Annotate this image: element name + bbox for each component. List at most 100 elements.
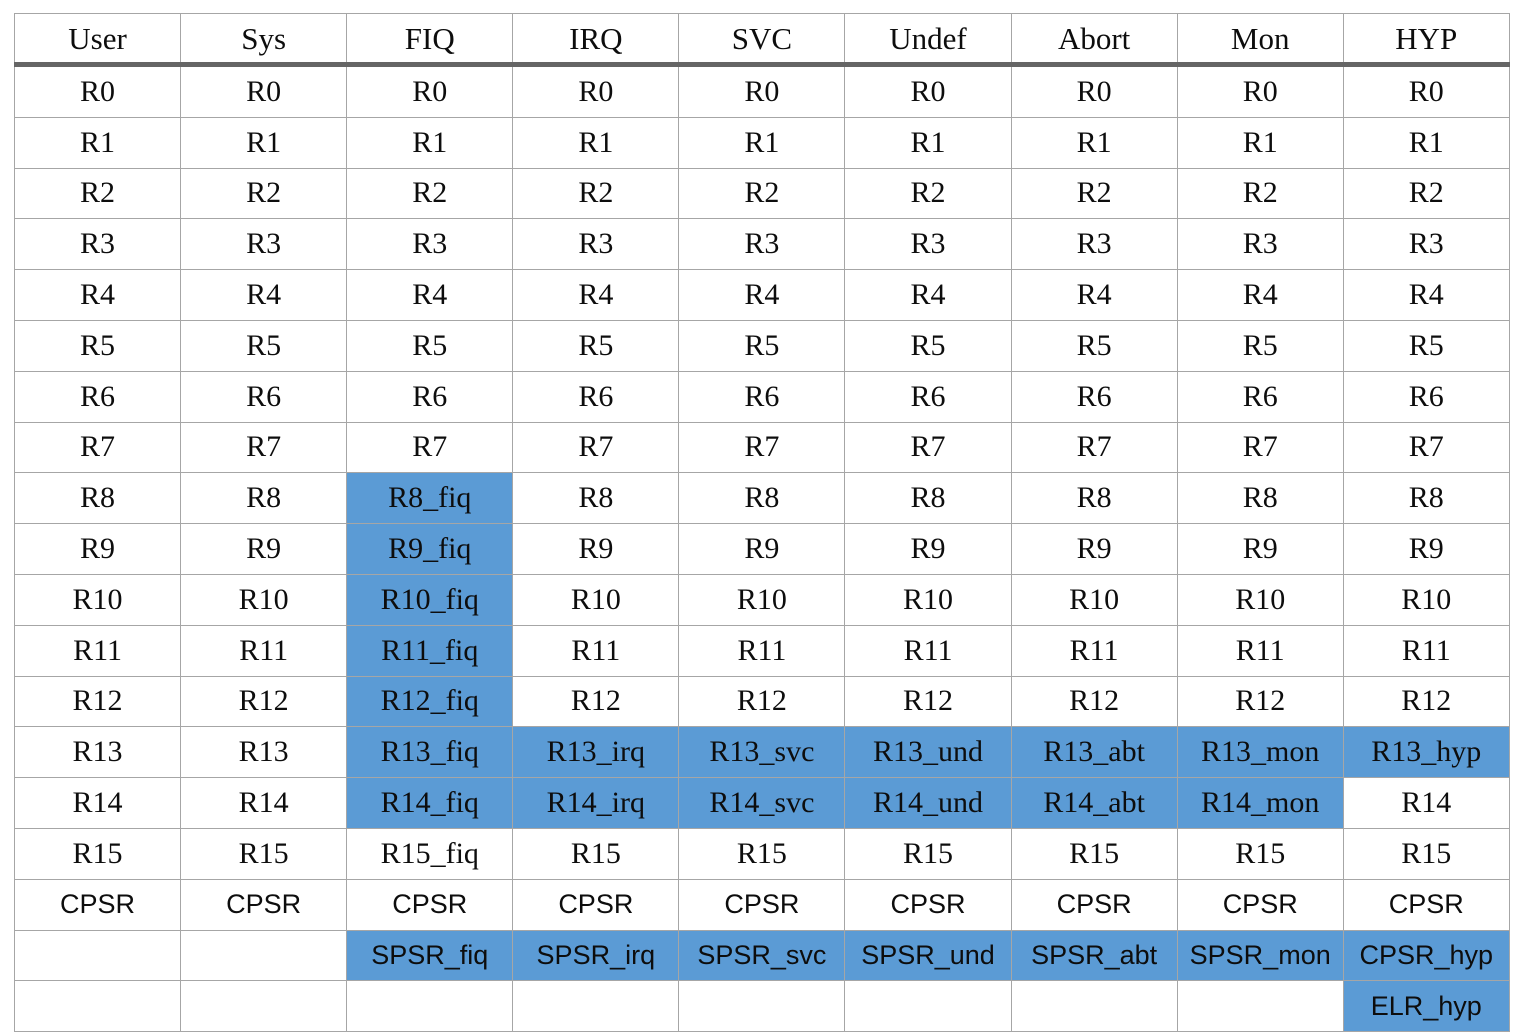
cell-r14-undef: R14_und — [844, 777, 1012, 829]
column-header-undef: Undef — [844, 13, 1012, 67]
cell-r11-irq: R11 — [512, 624, 680, 677]
cell-r2-svc: R2 — [678, 167, 846, 220]
cell-r7-abort: R7 — [1010, 421, 1178, 474]
table-row: R1 R1 R1 R1 R1 R1 R1 R1 R1 — [13, 116, 1510, 169]
cell-r7-svc: R7 — [678, 421, 846, 474]
column-header-irq: IRQ — [512, 13, 680, 67]
cell-r10-hyp: R10 — [1342, 573, 1510, 626]
cell-r14-mon: R14_mon — [1176, 777, 1344, 829]
cell-r4-mon: R4 — [1176, 269, 1344, 321]
table-row: R2 R2 R2 R2 R2 R2 R2 R2 R2 — [13, 167, 1510, 220]
cell-r12-fiq: R12_fiq — [346, 675, 514, 728]
cell-r12-svc: R12 — [678, 675, 846, 728]
cell-elr-abort — [1010, 980, 1178, 1032]
cell-r14-user: R14 — [13, 777, 182, 829]
cell-r4-hyp: R4 — [1342, 269, 1510, 321]
cell-r14-fiq: R14_fiq — [346, 777, 514, 829]
cell-r8-irq: R8 — [512, 472, 680, 525]
cell-r9-svc: R9 — [678, 523, 846, 575]
cell-r8-abort: R8 — [1010, 472, 1178, 525]
cell-r1-user: R1 — [13, 116, 182, 169]
cell-r14-hyp: R14 — [1342, 777, 1510, 829]
cell-cpsr-fiq: CPSR — [346, 878, 514, 931]
cell-r11-sys: R11 — [180, 624, 348, 677]
cell-r6-sys: R6 — [180, 370, 348, 423]
cell-r11-hyp: R11 — [1342, 624, 1510, 677]
cell-r9-abort: R9 — [1010, 523, 1178, 575]
cell-r10-svc: R10 — [678, 573, 846, 626]
cell-r13-undef: R13_und — [844, 726, 1012, 779]
table-row: R3 R3 R3 R3 R3 R3 R3 R3 R3 — [13, 218, 1510, 271]
cell-r15-abort: R15 — [1010, 827, 1178, 880]
cell-r8-mon: R8 — [1176, 472, 1344, 525]
cell-r2-mon: R2 — [1176, 167, 1344, 220]
table-row: R4 R4 R4 R4 R4 R4 R4 R4 R4 — [13, 269, 1510, 321]
cell-spsr-hyp: CPSR_hyp — [1342, 929, 1510, 982]
cell-r2-user: R2 — [13, 167, 182, 220]
cell-r0-mon: R0 — [1176, 64, 1344, 118]
cell-cpsr-mon: CPSR — [1176, 878, 1344, 931]
cell-spsr-sys — [180, 929, 348, 982]
cell-elr-sys — [180, 980, 348, 1032]
cell-r10-fiq: R10_fiq — [346, 573, 514, 626]
cell-r3-svc: R3 — [678, 218, 846, 271]
cell-r5-mon: R5 — [1176, 319, 1344, 372]
cell-r2-irq: R2 — [512, 167, 680, 220]
cell-r13-irq: R13_irq — [512, 726, 680, 779]
cell-r4-fiq: R4 — [346, 269, 514, 321]
column-header-hyp: HYP — [1342, 13, 1510, 67]
cell-r10-mon: R10 — [1176, 573, 1344, 626]
cell-r7-sys: R7 — [180, 421, 348, 474]
cell-spsr-fiq: SPSR_fiq — [346, 929, 514, 982]
table-row: R10 R10 R10_fiq R10 R10 R10 R10 R10 R10 — [13, 573, 1510, 626]
cell-r6-svc: R6 — [678, 370, 846, 423]
table-row: R8 R8 R8_fiq R8 R8 R8 R8 R8 R8 — [13, 472, 1510, 525]
cell-r3-mon: R3 — [1176, 218, 1344, 271]
column-header-sys: Sys — [180, 13, 348, 67]
cell-r7-undef: R7 — [844, 421, 1012, 474]
table-body: R0 R0 R0 R0 R0 R0 R0 R0 R0 R1 R1 R1 R1 R1 R1 R1 R1 R1 R2 R2… — [13, 64, 1510, 1032]
cell-cpsr-abort: CPSR — [1010, 878, 1178, 931]
cell-r9-mon: R9 — [1176, 523, 1344, 575]
cell-r9-hyp: R9 — [1342, 523, 1510, 575]
cell-r6-fiq: R6 — [346, 370, 514, 423]
table-row: ELR_hyp — [13, 980, 1510, 1032]
cell-r13-user: R13 — [13, 726, 182, 779]
cell-r6-undef: R6 — [844, 370, 1012, 423]
cell-r0-sys: R0 — [180, 64, 348, 118]
cell-r4-abort: R4 — [1010, 269, 1178, 321]
cell-r12-sys: R12 — [180, 675, 348, 728]
cell-r9-user: R9 — [13, 523, 182, 575]
cell-spsr-irq: SPSR_irq — [512, 929, 680, 982]
cell-r2-fiq: R2 — [346, 167, 514, 220]
cell-r13-abort: R13_abt — [1010, 726, 1178, 779]
cell-r9-fiq: R9_fiq — [346, 523, 514, 575]
cell-r8-fiq: R8_fiq — [346, 472, 514, 525]
cell-r15-mon: R15 — [1176, 827, 1344, 880]
cell-r12-abort: R12 — [1010, 675, 1178, 728]
cell-r4-irq: R4 — [512, 269, 680, 321]
cell-r8-hyp: R8 — [1342, 472, 1510, 525]
cell-r14-svc: R14_svc — [678, 777, 846, 829]
cell-elr-mon — [1176, 980, 1344, 1032]
cell-r13-sys: R13 — [180, 726, 348, 779]
cell-r10-sys: R10 — [180, 573, 348, 626]
cell-r3-user: R3 — [13, 218, 182, 271]
cell-r5-irq: R5 — [512, 319, 680, 372]
cell-r4-sys: R4 — [180, 269, 348, 321]
cell-r6-irq: R6 — [512, 370, 680, 423]
cell-r8-user: R8 — [13, 472, 182, 525]
cell-r15-hyp: R15 — [1342, 827, 1510, 880]
cell-elr-undef — [844, 980, 1012, 1032]
cell-r3-fiq: R3 — [346, 218, 514, 271]
cell-elr-fiq — [346, 980, 514, 1032]
cell-r11-user: R11 — [13, 624, 182, 677]
table-row: R6 R6 R6 R6 R6 R6 R6 R6 R6 — [13, 370, 1510, 423]
cell-r6-mon: R6 — [1176, 370, 1344, 423]
cell-r7-user: R7 — [13, 421, 182, 474]
cell-r10-irq: R10 — [512, 573, 680, 626]
cell-r10-abort: R10 — [1010, 573, 1178, 626]
cell-r10-user: R10 — [13, 573, 182, 626]
cell-r8-sys: R8 — [180, 472, 348, 525]
cell-r1-abort: R1 — [1010, 116, 1178, 169]
